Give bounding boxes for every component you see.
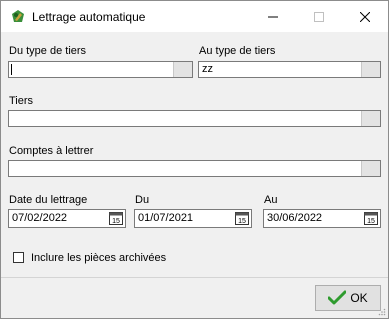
- minimize-icon: [268, 16, 278, 17]
- au-date-field[interactable]: 30/06/2022 15: [263, 209, 381, 228]
- calendar-icon[interactable]: 15: [109, 212, 123, 225]
- checkmark-icon: [328, 290, 347, 305]
- au-label: Au: [264, 194, 278, 206]
- svg-text:15: 15: [367, 218, 375, 225]
- comptes-field[interactable]: [8, 160, 381, 177]
- calendar-icon[interactable]: 15: [364, 212, 378, 225]
- du-label: Du: [135, 194, 150, 206]
- du-type-tiers-field[interactable]: [8, 61, 193, 78]
- title-bar[interactable]: Lettrage automatique: [1, 1, 388, 32]
- du-type-tiers-dropdown-button[interactable]: [173, 62, 192, 77]
- au-type-tiers-dropdown-button[interactable]: [361, 62, 380, 77]
- window-title: Lettrage automatique: [32, 10, 146, 24]
- comptes-dropdown-button[interactable]: [361, 161, 380, 176]
- archives-checkbox[interactable]: [13, 252, 24, 263]
- maximize-icon: [314, 11, 324, 22]
- calendar-icon[interactable]: 15: [235, 212, 249, 225]
- archives-label[interactable]: Inclure les pièces archivées: [31, 252, 166, 264]
- comptes-label: Comptes à lettrer: [9, 145, 94, 157]
- tiers-dropdown-button[interactable]: [361, 111, 380, 126]
- date-lettrage-field[interactable]: 07/02/2022 15: [8, 209, 126, 228]
- text-cursor: [11, 64, 12, 75]
- maximize-button[interactable]: [296, 1, 342, 32]
- resize-grip-icon[interactable]: [378, 308, 386, 316]
- close-icon: [360, 11, 370, 22]
- du-date-field[interactable]: 01/07/2021 15: [134, 209, 252, 228]
- app-icon: [12, 10, 24, 22]
- dialog-window: Lettrage automatique Du type de tiers Au…: [0, 0, 389, 319]
- au-type-tiers-field[interactable]: zz: [198, 61, 381, 78]
- minimize-button[interactable]: [250, 1, 296, 32]
- ok-label: OK: [350, 291, 368, 305]
- au-type-tiers-label: Au type de tiers: [199, 45, 276, 57]
- svg-text:15: 15: [238, 218, 246, 225]
- date-lettrage-label: Date du lettrage: [9, 194, 88, 206]
- du-type-tiers-label: Du type de tiers: [9, 45, 87, 57]
- ok-button[interactable]: OK: [315, 285, 381, 311]
- svg-text:15: 15: [112, 218, 120, 225]
- tiers-label: Tiers: [9, 95, 34, 107]
- tiers-field[interactable]: [8, 110, 381, 127]
- close-button[interactable]: [342, 1, 388, 32]
- footer-divider: [1, 277, 388, 278]
